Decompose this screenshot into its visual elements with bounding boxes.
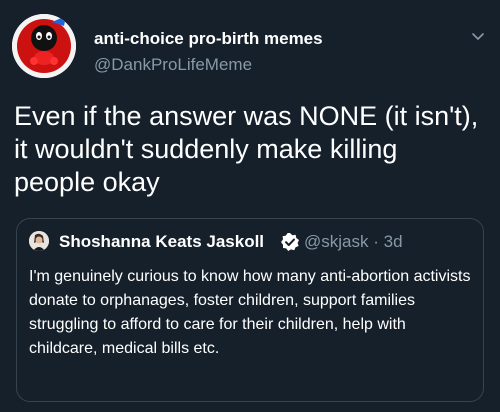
quoted-tweet[interactable]: Shoshanna Keats Jaskoll @skjask · 3d I'm… [16, 218, 484, 402]
quoted-meta: @skjask · 3d [304, 232, 403, 252]
display-name[interactable]: anti-choice pro-birth memes [94, 29, 323, 49]
tweet-text: Even if the answer was NONE (it isn't), … [14, 101, 479, 197]
quoted-avatar [29, 231, 49, 251]
quoted-tweet-text: I'm genuinely curious to know how many a… [29, 268, 471, 357]
avatar-image [12, 14, 76, 78]
tweet-header: anti-choice pro-birth memes @DankProLife… [12, 10, 488, 80]
avatar[interactable] [12, 14, 76, 78]
quoted-display-name[interactable]: Shoshanna Keats Jaskoll [59, 232, 264, 252]
meta-separator: · [373, 232, 379, 251]
quoted-timestamp[interactable]: 3d [384, 232, 403, 251]
quoted-handle[interactable]: @skjask [304, 232, 369, 251]
chevron-down-icon[interactable] [470, 28, 486, 44]
username-handle[interactable]: @DankProLifeMeme [94, 55, 252, 75]
verified-badge-icon [280, 232, 300, 252]
